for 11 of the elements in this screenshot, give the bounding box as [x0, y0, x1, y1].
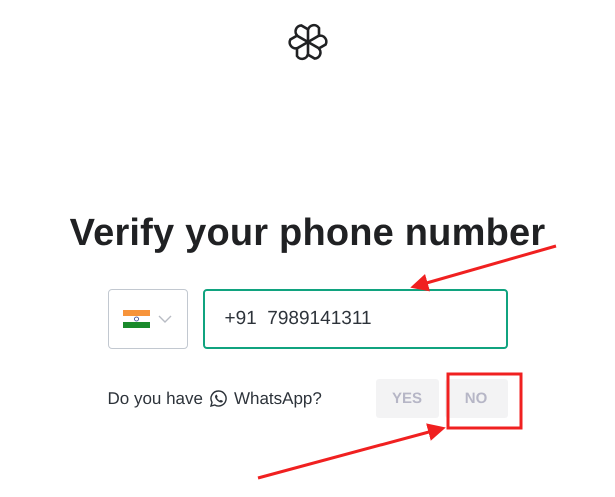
answer-button[interactable]: YES [376, 379, 438, 418]
chevron-down-icon [158, 315, 172, 323]
whatsapp-label: WhatsApp? [234, 388, 322, 408]
page-heading: Verify your phone number [70, 212, 546, 255]
whatsapp-icon [208, 389, 228, 408]
logo-icon [288, 22, 328, 62]
phone-input[interactable]: +91 7989141311 [202, 289, 508, 349]
flag-icon [123, 310, 150, 328]
country-selector[interactable] [108, 289, 188, 349]
question-text: Do you have [108, 388, 203, 408]
answer-button[interactable]: NO [444, 379, 508, 418]
